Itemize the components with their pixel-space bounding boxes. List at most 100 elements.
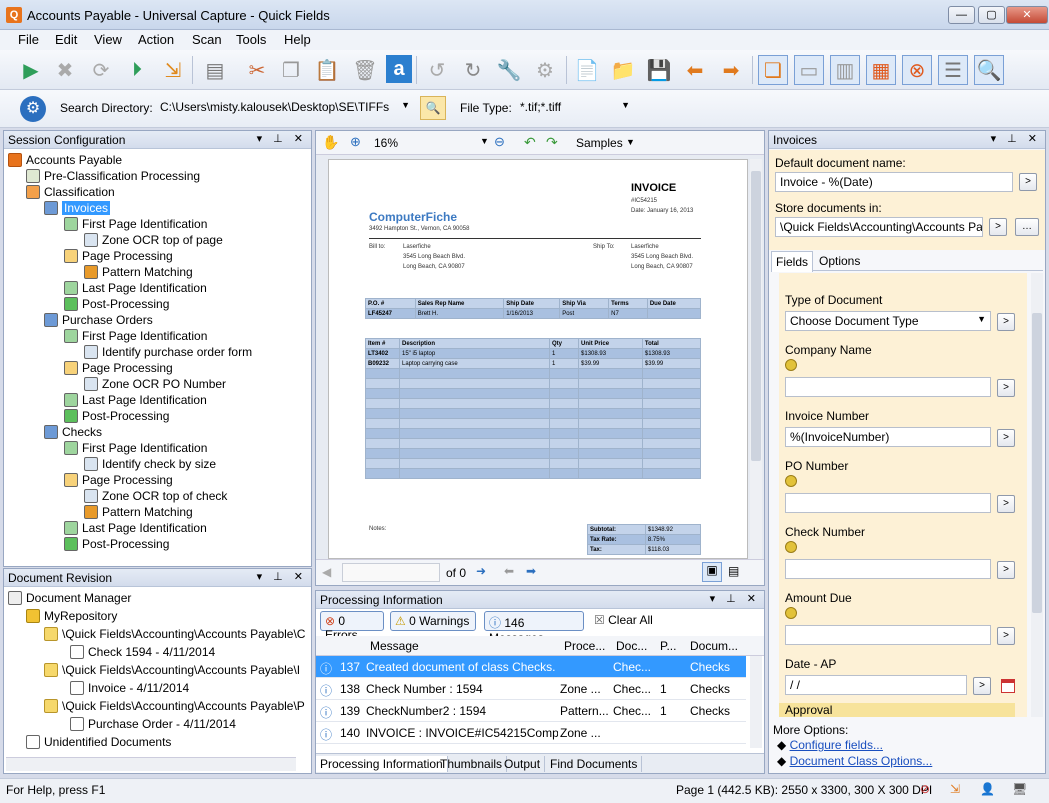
tree-item-classification[interactable]: Classification — [26, 185, 115, 199]
samples-menu[interactable]: Samples — [576, 136, 623, 150]
tree-item-check-doc[interactable]: Check 1594 - 4/11/2014 — [70, 645, 215, 659]
configure-fields-link[interactable]: Configure fields... — [790, 738, 883, 752]
go-page-icon[interactable]: ➜ — [476, 564, 486, 578]
stop-icon[interactable]: ✖ — [50, 55, 80, 85]
refresh-icon[interactable]: ⟳ — [86, 55, 116, 85]
col-process[interactable]: Proce... — [564, 639, 605, 653]
zoom-level[interactable]: 16% — [374, 136, 398, 150]
tree-item-post-processing[interactable]: Post-Processing — [64, 537, 169, 551]
menu-tools[interactable]: Tools — [236, 32, 266, 47]
store-documents-input[interactable]: \Quick Fields\Accounting\Accounts Payabl — [775, 217, 983, 237]
type-token-button[interactable]: > — [997, 313, 1015, 331]
prev-page-icon[interactable]: ⬅ — [504, 564, 514, 578]
next-page-icon[interactable]: ➡ — [526, 564, 536, 578]
clear-all-button[interactable]: ☒ Clear All — [594, 613, 653, 627]
table-row[interactable]: ⓘ 138 Check Number : 1594 Zone ... Chec.… — [316, 678, 746, 700]
col-document[interactable]: Doc... — [616, 639, 647, 653]
table-row[interactable]: ⓘ 137 Created document of class Checks. … — [316, 656, 746, 678]
tree-item-last-page[interactable]: Last Page Identification — [64, 521, 207, 535]
tree-item-unidentified[interactable]: Unidentified Documents — [26, 735, 171, 749]
company-name-input[interactable] — [785, 377, 991, 397]
tab-fields[interactable]: Fields — [771, 251, 814, 272]
page-view-icon[interactable]: ▭ — [794, 55, 824, 85]
zoom-dropdown-icon[interactable]: ▼ — [480, 136, 489, 146]
list-view-icon[interactable]: ☰ — [938, 55, 968, 85]
page-number-input[interactable] — [342, 563, 440, 582]
thumbnail-view-icon[interactable]: ▣ — [702, 562, 722, 582]
fields-scrollbar[interactable] — [1031, 273, 1043, 717]
tab-output[interactable]: Output — [500, 756, 546, 772]
tree-item-folder-checks[interactable]: \Quick Fields\Accounting\Accounts Payabl… — [44, 627, 305, 641]
run-icon[interactable]: ▶ — [16, 55, 46, 85]
tree-item-invoice-doc[interactable]: Invoice - 4/11/2014 — [70, 681, 189, 695]
viewer-vertical-scrollbar[interactable] — [750, 159, 762, 559]
first-page-icon[interactable]: ◀ — [322, 565, 331, 579]
tree-item-document-manager[interactable]: Document Manager — [8, 591, 131, 605]
tree-item-page-processing[interactable]: Page Processing — [64, 361, 173, 375]
run-step-icon[interactable]: ⏵ — [122, 55, 152, 85]
browse-button[interactable]: … — [1015, 218, 1039, 236]
split-view-icon[interactable]: ▥ — [830, 55, 860, 85]
pan-hand-icon[interactable]: ✋ — [322, 134, 339, 151]
search-icon[interactable]: 🔍 — [974, 55, 1004, 85]
tree-item-folder-po[interactable]: \Quick Fields\Accounting\Accounts Payabl… — [44, 699, 305, 713]
field-token-button[interactable]: > — [997, 429, 1015, 447]
grid-scrollbar[interactable] — [750, 656, 762, 748]
po-number-input[interactable] — [785, 493, 991, 513]
field-token-button[interactable]: > — [997, 379, 1015, 397]
default-name-input[interactable]: Invoice - %(Date) — [775, 172, 1013, 192]
approval-field[interactable]: Approval — [779, 703, 1015, 717]
status-export-icon[interactable]: ⇲ — [950, 782, 960, 796]
tree-item-pattern-matching[interactable]: Pattern Matching — [84, 505, 193, 519]
tab-thumbnails[interactable]: Thumbnails — [436, 756, 508, 772]
tab-options[interactable]: Options — [819, 254, 860, 268]
col-message[interactable]: Message — [370, 639, 419, 653]
tree-item-accounts-payable[interactable]: Accounts Payable — [8, 153, 122, 167]
menu-help[interactable]: Help — [284, 32, 311, 47]
errors-filter-button[interactable]: ⊗ 0 Errors — [320, 611, 384, 642]
tree-item-identify-check[interactable]: Identify check by size — [84, 457, 216, 471]
close-button[interactable]: ✕ — [1006, 6, 1048, 24]
zoom-in-icon[interactable]: ⊕ — [350, 134, 361, 150]
tree-item-zone-ocr-po[interactable]: Zone OCR PO Number — [84, 377, 226, 391]
tree-item-identify-po[interactable]: Identify purchase order form — [84, 345, 252, 359]
tab-find-documents[interactable]: Find Documents — [546, 756, 643, 772]
menu-edit[interactable]: Edit — [55, 32, 77, 47]
menu-scan[interactable]: Scan — [192, 32, 222, 47]
tree-item-purchase-orders[interactable]: Purchase Orders — [44, 313, 153, 327]
connection-icon[interactable]: 🖥 — [1012, 782, 1027, 796]
search-directory-input[interactable]: C:\Users\misty.kalousek\Desktop\SE\TIFFs… — [156, 98, 414, 118]
minimize-button[interactable]: — — [948, 6, 975, 24]
tree-item-repository[interactable]: MyRepository — [26, 609, 117, 623]
user-icon[interactable]: 👤 — [980, 782, 995, 796]
table-row[interactable]: ⓘ 139 CheckNumber2 : 1594 Pattern... Che… — [316, 700, 746, 722]
folder-icon[interactable]: 📁 — [608, 55, 638, 85]
type-of-document-select[interactable]: Choose Document Type ▼ — [785, 311, 991, 331]
document-icon[interactable]: 📄 — [572, 55, 602, 85]
tree-item-page-processing[interactable]: Page Processing — [64, 249, 173, 263]
document-class-options-link[interactable]: Document Class Options... — [790, 754, 933, 768]
tree-item-first-page[interactable]: First Page Identification — [64, 217, 207, 231]
tools-icon[interactable]: 🔧 — [494, 55, 524, 85]
col-page[interactable]: P... — [660, 639, 676, 653]
calendar-icon[interactable] — [1001, 679, 1015, 693]
tree-item-last-page[interactable]: Last Page Identification — [64, 393, 207, 407]
table-row[interactable]: ⓘ 140 INVOICE : INVOICE#IC54215Compu... … — [316, 722, 746, 744]
menu-action[interactable]: Action — [138, 32, 174, 47]
file-type-select[interactable]: *.tif;*.tiff ▼ — [516, 98, 634, 118]
revision-horizontal-scrollbar[interactable] — [6, 757, 296, 771]
copy-icon[interactable]: ❐ — [276, 55, 306, 85]
tree-item-zone-ocr-check[interactable]: Zone OCR top of check — [84, 489, 227, 503]
undo-icon[interactable]: ⬅ — [680, 55, 710, 85]
status-stop-icon[interactable]: ⊘ — [920, 782, 930, 796]
paste-icon[interactable]: 📋 — [312, 55, 342, 85]
maximize-button[interactable]: ▢ — [978, 6, 1005, 24]
tree-item-last-page[interactable]: Last Page Identification — [64, 281, 207, 295]
browse-folder-icon[interactable]: 🔍 — [420, 96, 446, 120]
messages-filter-button[interactable]: ⓘ 146 Messages — [484, 611, 584, 645]
rotate-left-icon[interactable]: ↺ — [422, 55, 452, 85]
field-token-button[interactable]: > — [997, 627, 1015, 645]
delete-icon[interactable]: 🗑 — [350, 55, 380, 85]
gear-icon[interactable]: ⚙ — [20, 96, 46, 122]
field-token-button[interactable]: > — [997, 495, 1015, 513]
